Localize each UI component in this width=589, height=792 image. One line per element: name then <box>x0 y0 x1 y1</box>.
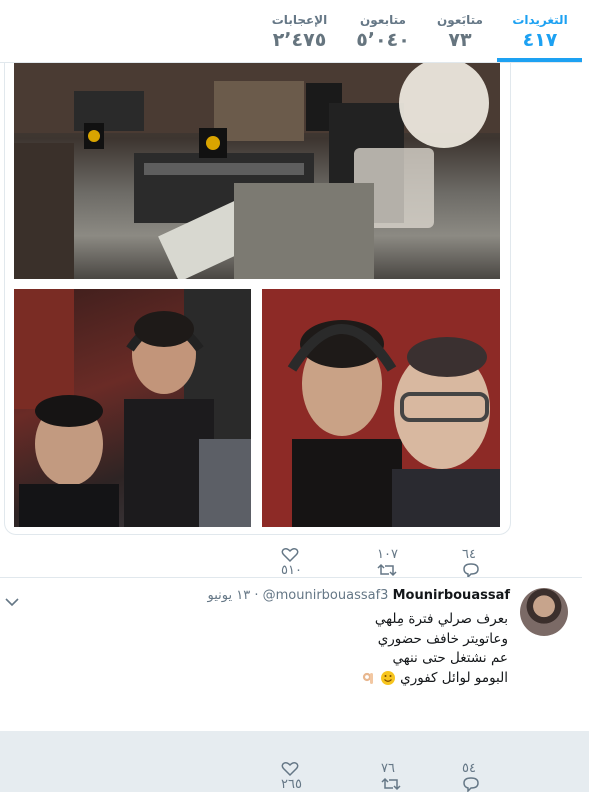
smile-emoji-icon <box>380 670 395 685</box>
tweet-line: البومو لوائل كفوري <box>400 669 508 686</box>
tweet-media-grid <box>4 63 511 535</box>
stat-likes-value: ٢٬٤٧٥ <box>272 29 327 51</box>
stat-followers-label: متابعون <box>360 13 406 27</box>
active-tab-indicator <box>497 58 582 62</box>
stat-tweets[interactable]: التغريدات ٤١٧ <box>505 12 575 52</box>
stat-tweets-value: ٤١٧ <box>522 29 558 51</box>
tweet-line-with-emoji: البومو لوائل كفوري <box>128 669 508 689</box>
recording-photo-left[interactable] <box>14 289 251 527</box>
ok-hand-emoji-icon <box>362 672 373 684</box>
reply-icon <box>463 563 479 579</box>
avatar[interactable] <box>520 588 568 636</box>
tweet-header: ١٣ يونيو · @mounirbouassaf3 Mounirbouass… <box>208 588 511 603</box>
profile-stats-bar: التغريدات ٤١٧ متابَعون ٧٣ متابعون ٥٬٠٤٠ … <box>0 0 582 63</box>
tweet2-reply-count: ٥٤ <box>462 761 476 776</box>
header-separator: · <box>254 588 263 603</box>
timeline: ٦٤ ١٠٧ ٥١٠ ١٣ يونيو · @mounirbouassaf3 M… <box>0 63 582 792</box>
recording-photo-right[interactable] <box>262 289 500 527</box>
tweet-handle[interactable]: @mounirbouassaf3 <box>263 588 389 603</box>
tweet-author-name[interactable]: Mounirbouassaf <box>393 588 510 603</box>
stat-likes-label: الإعجابات <box>271 13 328 27</box>
stat-following-label: متابَعون <box>437 13 483 27</box>
tweet2-like-count: ٢٦٥ <box>281 777 302 792</box>
reply-icon <box>463 777 479 792</box>
stat-followers[interactable]: متابعون ٥٬٠٤٠ <box>348 12 418 52</box>
chevron-down-icon <box>5 598 19 607</box>
tweet1-reply-count: ٦٤ <box>462 547 476 562</box>
stat-following[interactable]: متابَعون ٧٣ <box>430 12 490 52</box>
studio-photo[interactable] <box>14 63 500 279</box>
selfie-illustration <box>262 289 500 527</box>
scrollbar[interactable] <box>582 0 589 731</box>
heart-icon <box>281 548 299 563</box>
tweet1-retweet-count: ١٠٧ <box>377 547 398 562</box>
retweet-icon <box>381 777 401 791</box>
stat-likes[interactable]: الإعجابات ٢٬٤٧٥ <box>262 12 337 52</box>
tweet-line: بعرف صرلي فترة مِلهي <box>374 611 508 627</box>
heart-icon <box>281 762 299 777</box>
tweet2-retweet-button[interactable]: ٧٦ <box>381 761 401 792</box>
tweet2-retweet-count: ٧٦ <box>381 761 395 776</box>
tweet-line: وعاتويتر خافف حضوري <box>377 630 508 647</box>
tweet-2[interactable]: ١٣ يونيو · @mounirbouassaf3 Mounirbouass… <box>0 578 582 792</box>
tweet1-retweet-button[interactable]: ١٠٧ <box>377 547 398 578</box>
tweet2-like-button[interactable]: ٢٦٥ <box>281 761 302 792</box>
tweet1-reply-button[interactable]: ٦٤ <box>462 547 480 579</box>
studio-illustration <box>14 63 500 279</box>
stat-tweets-label: التغريدات <box>512 13 568 27</box>
musicians-illustration <box>14 289 251 527</box>
tweet1-like-button[interactable]: ٥١٠ <box>281 547 302 578</box>
tweet-more-button[interactable] <box>5 592 19 611</box>
tweet1-like-count: ٥١٠ <box>281 563 302 578</box>
tweet-text: بعرف صرلي فترة مِلهي وعاتويتر خافف حضوري… <box>128 610 508 688</box>
stat-followers-value: ٥٬٠٤٠ <box>356 29 410 51</box>
stat-following-value: ٧٣ <box>448 29 472 51</box>
tweet-line: عم نشتغل حتى ننهي <box>392 650 508 666</box>
retweet-icon <box>377 563 397 577</box>
tweet-date[interactable]: ١٣ يونيو <box>208 588 251 603</box>
tweet2-reply-button[interactable]: ٥٤ <box>462 761 480 792</box>
